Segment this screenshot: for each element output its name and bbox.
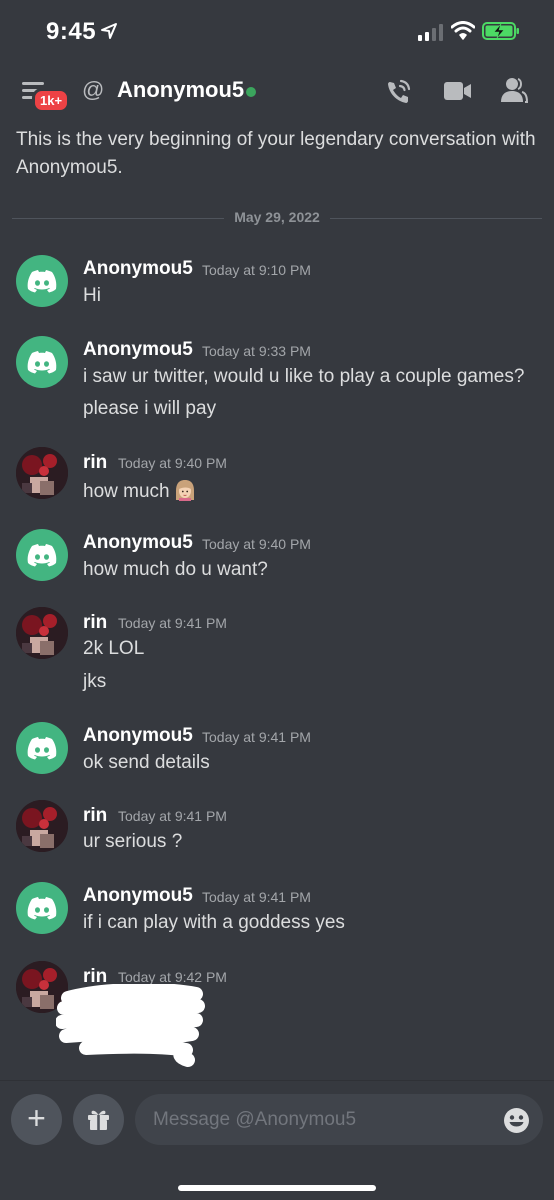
discord-logo-icon <box>27 544 57 567</box>
avatar[interactable] <box>16 722 68 774</box>
avatar[interactable] <box>16 336 68 388</box>
message-timestamp: Today at 9:41 PM <box>202 889 311 905</box>
avatar[interactable] <box>16 447 68 499</box>
date-divider-label: May 29, 2022 <box>224 209 330 225</box>
message-author[interactable]: Anonymou5 <box>83 532 193 554</box>
message-text: if i can play with a goddess yes <box>83 912 345 933</box>
message-author[interactable]: rin <box>83 805 107 827</box>
message-author[interactable]: Anonymou5 <box>83 725 193 747</box>
discord-logo-icon <box>27 737 57 760</box>
members-icon[interactable] <box>500 77 528 103</box>
discord-logo-icon <box>27 351 57 374</box>
message-author[interactable]: rin <box>83 612 107 634</box>
message-timestamp: Today at 9:42 PM <box>118 969 227 985</box>
status-bar: 9:45 <box>0 0 554 62</box>
girl-emoji-icon <box>175 480 194 501</box>
message-text: 2k LOL <box>83 638 145 659</box>
channel-header: 1k+ @ Anonymou5 <box>0 62 554 120</box>
at-icon: @ <box>82 77 105 102</box>
status-time: 9:45 <box>46 18 97 45</box>
message-text-content: how much <box>83 481 170 502</box>
video-icon[interactable] <box>444 80 472 102</box>
message-timestamp: Today at 9:33 PM <box>202 343 311 359</box>
message-timestamp: Today at 9:41 PM <box>202 729 311 745</box>
home-indicator <box>178 1185 376 1191</box>
avatar[interactable] <box>16 607 68 659</box>
message-author[interactable]: Anonymou5 <box>83 339 193 361</box>
call-icon[interactable] <box>386 78 412 106</box>
avatar[interactable] <box>16 882 68 934</box>
wifi-icon <box>451 21 475 40</box>
discord-logo-icon <box>27 270 57 293</box>
discord-logo-icon <box>27 897 57 920</box>
message-author[interactable]: Anonymou5 <box>83 258 193 280</box>
signal-icon <box>418 24 443 41</box>
gift-icon <box>88 1110 109 1130</box>
message-timestamp: Today at 9:41 PM <box>118 808 227 824</box>
app-screen: 9:45 1k+ @ Anonymou5 This is the very be… <box>0 0 554 1200</box>
message-text: please i will pay <box>83 398 217 419</box>
message-text: i saw ur twitter, would u like to play a… <box>83 366 525 387</box>
message-text: jks <box>83 671 107 692</box>
message-timestamp: Today at 9:10 PM <box>202 262 311 278</box>
message-timestamp: Today at 9:40 PM <box>202 536 311 552</box>
message-timestamp: Today at 9:40 PM <box>118 455 227 471</box>
message-author[interactable]: rin <box>83 452 107 474</box>
message-input[interactable] <box>135 1094 543 1145</box>
avatar[interactable] <box>16 255 68 307</box>
message-composer: + <box>0 1080 554 1200</box>
message-text: how much do u want? <box>83 559 268 580</box>
message-text: Hi <box>83 285 101 306</box>
avatar[interactable] <box>16 800 68 852</box>
gift-button[interactable] <box>73 1094 124 1145</box>
avatar-image <box>16 800 68 852</box>
online-status-icon <box>246 87 256 97</box>
message-author[interactable]: Anonymou5 <box>83 885 193 907</box>
avatar-image <box>16 607 68 659</box>
battery-charging-icon <box>482 22 519 40</box>
message-timestamp: Today at 9:41 PM <box>118 615 227 631</box>
message-text: ur serious ? <box>83 831 183 852</box>
avatar-image <box>16 447 68 499</box>
message-text: ok send details <box>83 752 210 773</box>
date-divider: May 29, 2022 <box>0 209 554 227</box>
emoji-icon[interactable] <box>503 1107 530 1134</box>
add-attachment-button[interactable]: + <box>11 1094 62 1145</box>
dm-title[interactable]: Anonymou5 <box>117 77 244 103</box>
message-text: how much <box>83 479 196 503</box>
unread-badge: 1k+ <box>32 88 71 113</box>
redaction-scribble <box>56 984 205 1067</box>
avatar[interactable] <box>16 529 68 581</box>
location-arrow-icon <box>101 23 117 39</box>
conversation-intro: This is the very beginning of your legen… <box>16 129 536 178</box>
